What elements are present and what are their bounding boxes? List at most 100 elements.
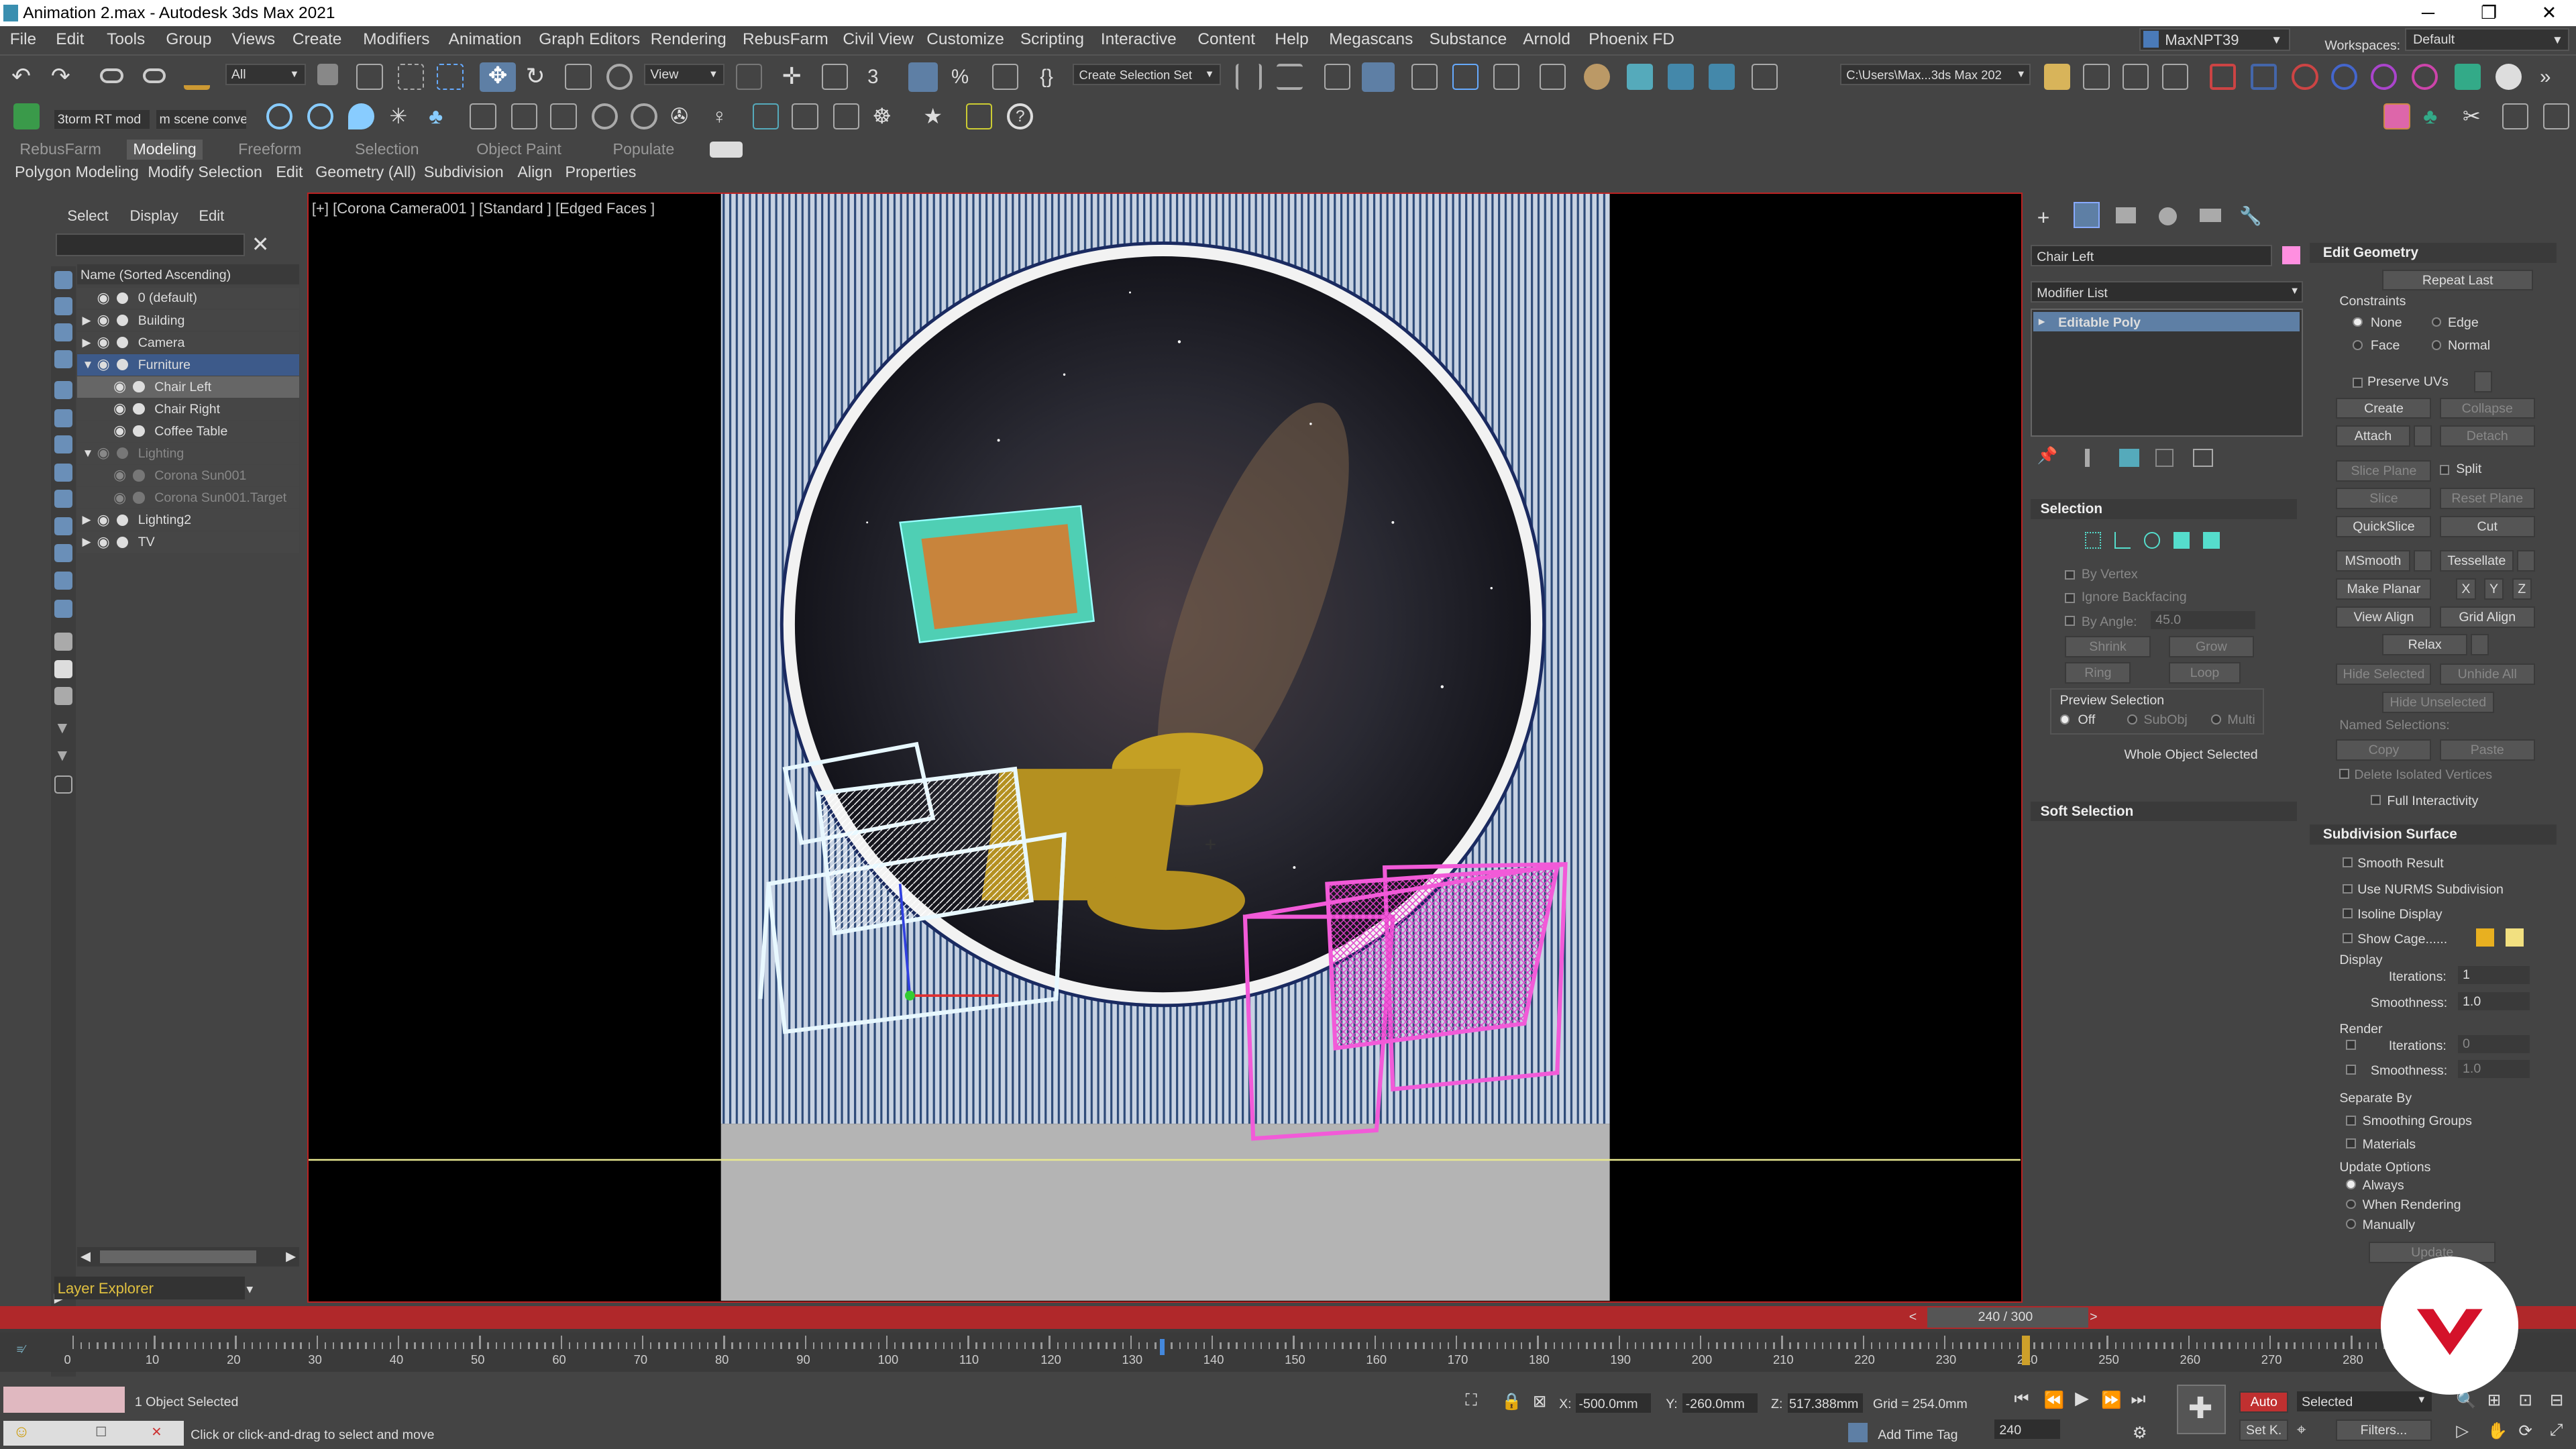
checkbox-icon[interactable]: ☐: [95, 1424, 107, 1440]
menu-rebusfarm[interactable]: RebusFarm: [743, 26, 828, 52]
explorer-horizontal-scrollbar[interactable]: ◀ ▶: [77, 1246, 299, 1267]
full-interactivity-checkbox[interactable]: [2370, 795, 2381, 805]
render-setup-icon[interactable]: [1583, 64, 1610, 91]
copy-button[interactable]: Copy: [2336, 739, 2432, 761]
preview-subobj-radio[interactable]: [2127, 714, 2137, 724]
scrollbar-thumb[interactable]: [100, 1250, 257, 1264]
plugin-star-icon[interactable]: ★: [923, 103, 949, 129]
modifier-list-dropdown[interactable]: Modifier List ▼: [2030, 280, 2304, 303]
select-and-scale-icon[interactable]: [565, 64, 592, 91]
split-checkbox[interactable]: [2439, 465, 2450, 475]
plugin-window-icon[interactable]: [2543, 103, 2570, 130]
angle-snap-icon[interactable]: [908, 62, 938, 92]
by-vertex-checkbox[interactable]: [2065, 570, 2076, 580]
preview-multi-radio[interactable]: [2210, 714, 2221, 724]
menu-group[interactable]: Group: [166, 26, 211, 52]
cut-button[interactable]: Cut: [2439, 515, 2535, 537]
menu-create[interactable]: Create: [292, 26, 341, 52]
display-groups-icon[interactable]: [54, 463, 72, 482]
curve-editor-mini-icon[interactable]: ≡⁄: [16, 1342, 25, 1356]
tab-freeform[interactable]: Freeform: [238, 140, 301, 159]
soft-selection-rollout-header[interactable]: Soft Selection: [2030, 802, 2297, 822]
expand-arrow-icon[interactable]: ▶: [82, 513, 91, 527]
toolbar-item-1[interactable]: 3torm RT mod: [54, 110, 150, 129]
named-selection-set-dropdown[interactable]: Create Selection Set ▼: [1073, 64, 1221, 85]
create-button[interactable]: Create: [2336, 397, 2432, 419]
render-smoothness-spinner[interactable]: 1.0: [2457, 1059, 2530, 1078]
corona-tree-icon[interactable]: ♣: [429, 103, 455, 129]
time-slider-next-icon[interactable]: >: [2090, 1309, 2097, 1325]
show-cage-checkbox[interactable]: [2343, 933, 2353, 943]
attach-list-icon[interactable]: [2413, 425, 2432, 447]
object-name-field[interactable]: Chair Left: [2030, 244, 2272, 266]
use-pivot-center-icon[interactable]: [736, 64, 763, 91]
select-and-move-icon[interactable]: ✥: [480, 62, 516, 92]
display-spacewarps-icon[interactable]: [54, 435, 72, 453]
utilities-tab-icon[interactable]: 🔧: [2239, 205, 2262, 227]
visibility-eye-icon[interactable]: ◉: [113, 489, 126, 506]
constraint-edge-radio[interactable]: [2431, 317, 2442, 327]
visibility-eye-icon[interactable]: ◉: [97, 533, 109, 551]
toolbar-overflow-icon[interactable]: »: [2540, 64, 2566, 90]
set-key-button[interactable]: Set K.: [2239, 1419, 2289, 1441]
close-icon[interactable]: ✕: [151, 1424, 162, 1440]
polygon-mode-icon[interactable]: [2174, 532, 2190, 549]
link-icon[interactable]: [100, 68, 123, 84]
menu-modifiers[interactable]: Modifiers: [363, 26, 429, 52]
expand-arrow-icon[interactable]: ▶: [82, 313, 91, 327]
by-angle-checkbox[interactable]: [2065, 616, 2076, 627]
corona-converter-icon[interactable]: ✇: [670, 103, 696, 129]
update-always-radio[interactable]: [2346, 1179, 2356, 1190]
a360-gallery-icon[interactable]: [1751, 64, 1778, 91]
ribbon-edit[interactable]: Edit: [276, 162, 303, 182]
plugin-list-icon[interactable]: [966, 103, 993, 130]
grid-align-button[interactable]: Grid Align: [2439, 606, 2535, 628]
pin-stack-icon[interactable]: 📌: [2037, 445, 2057, 466]
layers-icon[interactable]: [2161, 64, 2189, 91]
modify-tab-icon[interactable]: [2073, 202, 2100, 229]
visibility-eye-icon[interactable]: ◉: [113, 400, 126, 417]
tab-object-paint[interactable]: Object Paint: [476, 140, 561, 159]
grow-button[interactable]: Grow: [2168, 635, 2254, 657]
maxscript-mini-listener[interactable]: ☺ ☐ ✕: [3, 1421, 184, 1446]
attach-button[interactable]: Attach: [2336, 425, 2410, 447]
go-to-start-icon[interactable]: ⏮: [2014, 1390, 2029, 1409]
visibility-eye-icon[interactable]: ◉: [113, 466, 126, 484]
curve-editor-icon[interactable]: [1452, 64, 1479, 91]
relax-settings-icon[interactable]: [2471, 634, 2489, 656]
isolate-selection-icon[interactable]: ⛶: [1466, 1391, 1477, 1410]
explorer-search-input[interactable]: [56, 233, 245, 257]
menu-content[interactable]: Content: [1197, 26, 1255, 52]
menu-edit[interactable]: Edit: [56, 26, 84, 52]
ribbon-polygon-modeling[interactable]: Polygon Modeling: [15, 162, 139, 182]
toolbar-item-2[interactable]: m scene conve: [156, 110, 247, 129]
motion-tab-icon[interactable]: [2158, 207, 2177, 225]
go-to-end-icon[interactable]: ⏭: [2131, 1390, 2145, 1409]
field-of-view-icon[interactable]: ▷: [2456, 1421, 2469, 1441]
menu-interactive[interactable]: Interactive: [1101, 26, 1177, 52]
visibility-eye-icon[interactable]: ◉: [97, 356, 109, 373]
display-lights-icon[interactable]: [54, 350, 72, 368]
render-iterations-spinner[interactable]: 0: [2457, 1034, 2530, 1053]
preview-off-radio[interactable]: [2059, 714, 2070, 724]
select-manipulate-icon[interactable]: ✛: [782, 64, 808, 90]
explorer-dropdown-icon[interactable]: ▾: [246, 1281, 253, 1297]
slice-plane-button[interactable]: Slice Plane: [2336, 460, 2432, 482]
menu-scripting[interactable]: Scripting: [1020, 26, 1084, 52]
relax-button[interactable]: Relax: [2382, 634, 2468, 656]
edit-geometry-rollout-header[interactable]: Edit Geometry: [2310, 243, 2557, 263]
display-containers-icon[interactable]: [54, 543, 72, 562]
use-nurms-checkbox[interactable]: [2343, 883, 2353, 894]
bind-space-warp-icon[interactable]: [184, 64, 211, 91]
align-icon[interactable]: [1276, 64, 1303, 91]
paste-button[interactable]: Paste: [2439, 739, 2535, 761]
spinner-snap-icon[interactable]: [992, 64, 1019, 91]
display-bones-icon[interactable]: [54, 517, 72, 536]
loop-button[interactable]: Loop: [2168, 661, 2241, 684]
update-when-rendering-radio[interactable]: [2346, 1199, 2356, 1210]
make-unique-icon[interactable]: [2119, 448, 2139, 467]
subdivision-rollout-header[interactable]: Subdivision Surface: [2310, 824, 2557, 845]
menu-substance[interactable]: Substance: [1430, 26, 1507, 52]
explorer-menu-edit[interactable]: Edit: [199, 207, 224, 225]
reference-coord-dropdown[interactable]: View ▼: [644, 64, 724, 85]
